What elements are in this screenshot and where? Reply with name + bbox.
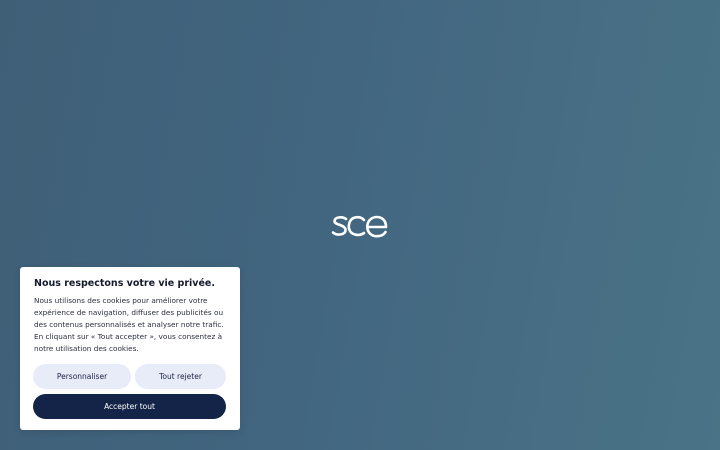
cookie-banner-title: Nous respectons votre vie privée. (34, 278, 215, 289)
accept-all-cookies-button[interactable]: Accepter tout (33, 394, 226, 419)
cookie-banner-description: Nous utilisons des cookies pour améliore… (34, 296, 224, 353)
sce-logo-mark (331, 215, 388, 238)
sce-logo (331, 210, 389, 240)
reject-all-cookies-button[interactable]: Tout rejeter (135, 364, 226, 389)
customize-cookies-button[interactable]: Personnaliser (33, 364, 131, 389)
cookie-consent-banner: Nous respectons votre vie privée. Nous u… (20, 267, 240, 430)
